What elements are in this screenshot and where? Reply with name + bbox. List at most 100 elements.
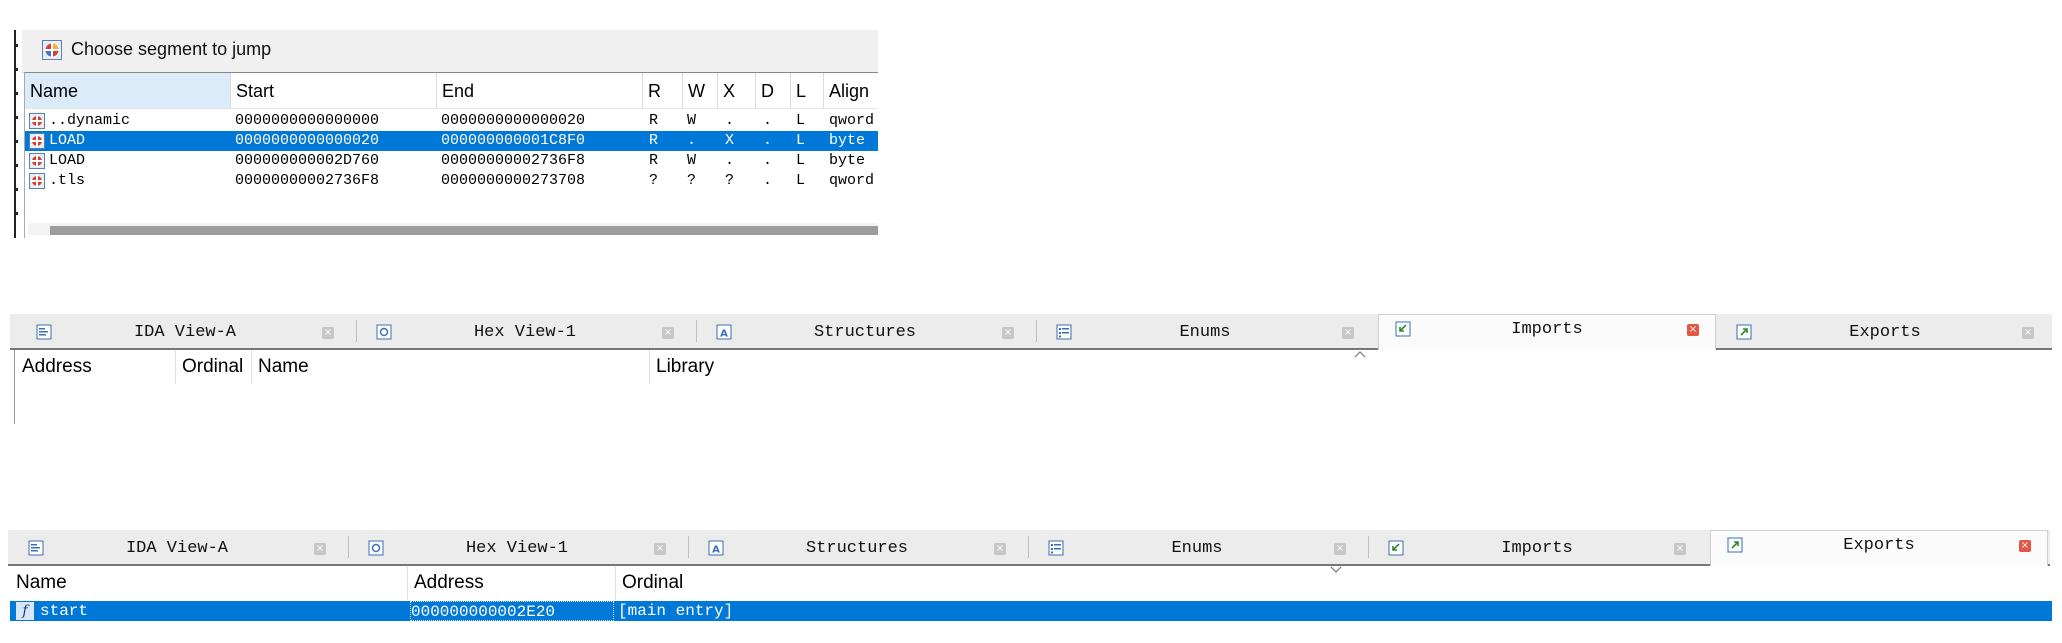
column-header-name[interactable]: Name [25, 73, 231, 109]
ida-app-icon [42, 40, 62, 60]
segment-row[interactable]: LOAD 000000000002D760 00000000002736F8 R… [25, 151, 878, 171]
segment-icon [29, 133, 45, 149]
segment-end: 0000000000000020 [441, 112, 586, 129]
segment-start: 0000000000000020 [235, 132, 380, 149]
segment-x: . [725, 112, 735, 129]
segment-name: ..dynamic [49, 112, 131, 129]
close-icon[interactable]: × [314, 543, 326, 555]
segment-table: Name Start End R W X D L Align ..dynamic… [24, 72, 878, 238]
tab-ida-view-a[interactable]: IDA View-A × [20, 318, 350, 348]
segment-align: byte [829, 132, 866, 149]
tab-strip-imports: IDA View-A × Hex View-1 × A Structures ×… [10, 314, 2052, 350]
tab-structures[interactable]: A Structures × [692, 534, 1022, 564]
close-icon[interactable]: × [994, 543, 1006, 555]
segment-row[interactable]: LOAD 0000000000000020 000000000001C8F0 R… [25, 131, 878, 151]
choose-segment-dialog: Choose segment to jump Name Start End R … [14, 30, 878, 238]
tab-label: IDA View-A [125, 539, 229, 558]
segment-r: R [649, 112, 659, 129]
segment-icon [29, 153, 45, 169]
column-header-x[interactable]: X [718, 73, 756, 109]
horizontal-scrollbar-thumb[interactable] [50, 226, 878, 235]
segment-d: . [763, 132, 773, 149]
column-header-w[interactable]: W [683, 73, 718, 109]
close-icon[interactable]: × [1002, 327, 1014, 339]
close-icon[interactable]: × [2022, 327, 2034, 339]
tab-label: Structures [805, 539, 909, 558]
close-icon[interactable]: × [1334, 543, 1346, 555]
column-header-r[interactable]: R [643, 73, 683, 109]
tab-imports[interactable]: Imports × [1378, 314, 1716, 350]
segment-start: 0000000000000000 [235, 112, 380, 129]
tab-enums[interactable]: Enums × [1032, 534, 1362, 564]
tab-label: Imports [1501, 539, 1573, 558]
segment-d: . [763, 152, 773, 169]
segment-align: qword [829, 112, 875, 129]
segment-l: L [796, 132, 806, 149]
exports-icon [1727, 537, 1743, 553]
export-address: 000000000002E20 [410, 601, 614, 621]
column-header-name[interactable]: Name [252, 350, 650, 384]
tab-ida-view-a[interactable]: IDA View-A × [12, 534, 342, 564]
close-icon[interactable]: × [1342, 327, 1354, 339]
close-icon[interactable]: × [322, 327, 334, 339]
column-header-l[interactable]: L [791, 73, 824, 109]
export-name: start [40, 602, 89, 620]
segment-w: . [687, 132, 697, 149]
dialog-titlebar[interactable]: Choose segment to jump [22, 30, 878, 73]
column-header-address[interactable]: Address [16, 350, 176, 384]
tab-imports[interactable]: Imports × [1372, 534, 1702, 564]
close-icon[interactable]: × [2019, 540, 2031, 552]
segment-w: ? [687, 172, 697, 189]
ida-view-icon [28, 540, 44, 556]
segment-row[interactable]: .tls 00000000002736F8 0000000000273708 ?… [25, 171, 878, 191]
tab-label: IDA View-A [133, 323, 237, 342]
column-header-ordinal[interactable]: Ordinal [616, 566, 1216, 600]
segment-l: L [796, 152, 806, 169]
column-header-end[interactable]: End [437, 73, 643, 109]
tab-structures[interactable]: A Structures × [700, 318, 1030, 348]
close-icon[interactable]: × [1674, 543, 1686, 555]
segment-r: R [649, 132, 659, 149]
close-icon[interactable]: × [654, 543, 666, 555]
structures-icon: A [716, 324, 732, 340]
column-header-start[interactable]: Start [231, 73, 437, 109]
hex-view-icon [368, 540, 384, 556]
close-icon[interactable]: × [662, 327, 674, 339]
segment-x: . [725, 152, 735, 169]
column-header-align[interactable]: Align [824, 73, 878, 109]
tab-label: Enums [1179, 323, 1231, 342]
segment-l: L [796, 112, 806, 129]
sort-chevron-icon [1354, 351, 1366, 358]
tab-exports[interactable]: Exports × [1710, 530, 2048, 566]
column-header-ordinal[interactable]: Ordinal [176, 350, 252, 384]
tab-strip-exports: IDA View-A × Hex View-1 × A Structures ×… [8, 530, 2050, 566]
segment-end: 00000000002736F8 [441, 152, 586, 169]
tab-hex-view-1[interactable]: Hex View-1 × [352, 534, 682, 564]
export-row[interactable]: f start 000000000002E20 [main entry] [10, 601, 2052, 621]
close-icon[interactable]: × [1687, 324, 1699, 336]
function-icon: f [16, 602, 34, 620]
tab-hex-view-1[interactable]: Hex View-1 × [360, 318, 690, 348]
sort-chevron-icon [1330, 566, 1342, 573]
segment-name: LOAD [49, 132, 86, 149]
tab-label: Enums [1171, 539, 1223, 558]
segment-r: ? [649, 172, 659, 189]
column-header-library[interactable]: Library [650, 350, 1050, 384]
ida-view-icon [36, 324, 52, 340]
segment-end: 0000000000273708 [441, 172, 586, 189]
column-header-address[interactable]: Address [408, 566, 616, 600]
segment-name: .tls [49, 172, 86, 189]
tab-label: Exports [1849, 323, 1921, 342]
exports-table: Name Address Ordinal f start 00000000000… [10, 566, 2052, 643]
imports-icon [1388, 540, 1404, 556]
column-header-d[interactable]: D [756, 73, 791, 109]
segment-r: R [649, 152, 659, 169]
segment-start: 00000000002736F8 [235, 172, 380, 189]
segment-end: 000000000001C8F0 [441, 132, 586, 149]
column-header-name[interactable]: Name [10, 566, 408, 600]
segment-w: W [687, 152, 697, 169]
tab-exports[interactable]: Exports × [1720, 318, 2050, 348]
segment-row[interactable]: ..dynamic 0000000000000000 0000000000000… [25, 111, 878, 131]
tab-enums[interactable]: Enums × [1040, 318, 1370, 348]
tab-label: Exports [1843, 536, 1915, 555]
